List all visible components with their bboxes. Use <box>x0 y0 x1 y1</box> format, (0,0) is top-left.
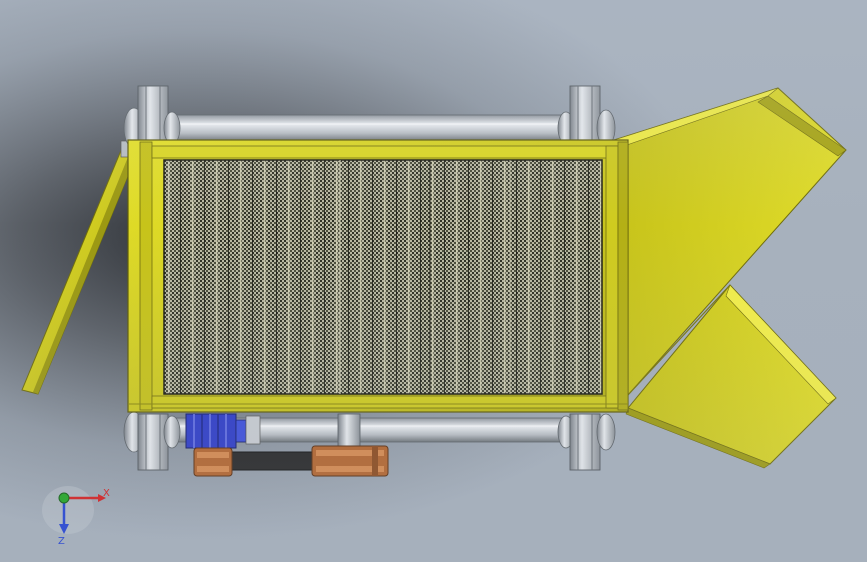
post-top-right <box>557 85 616 147</box>
motor-pulley <box>193 447 233 477</box>
discharge-chute[interactable] <box>613 87 847 469</box>
z-axis-label: Z <box>58 536 65 547</box>
post-bottom-left <box>123 411 181 471</box>
y-axis-dot <box>58 492 70 504</box>
post-bottom-right <box>557 413 616 471</box>
orientation-triad[interactable]: X Z <box>42 486 110 547</box>
x-axis-label: X <box>103 488 110 499</box>
post-top-left <box>123 85 181 149</box>
model-canvas[interactable]: X Z <box>0 0 867 562</box>
shaft-pulley <box>311 445 389 477</box>
cad-viewport[interactable]: X Z <box>0 0 867 562</box>
top-rail <box>149 114 591 142</box>
motor[interactable] <box>185 413 261 449</box>
mesh-screen[interactable] <box>163 159 603 395</box>
left-door-panel[interactable] <box>21 140 137 395</box>
